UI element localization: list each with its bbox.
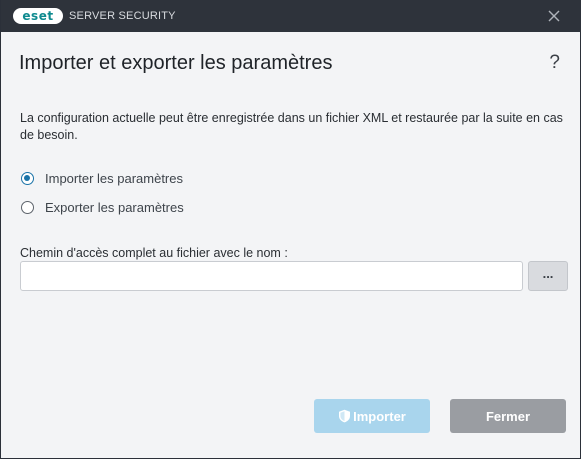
file-path-label: Chemin d'accès complet au fichier avec l… — [20, 246, 288, 260]
close-button-label: Fermer — [485, 408, 531, 424]
import-button-label: Importer — [353, 408, 406, 424]
import-radio-label: Importer les paramètres — [45, 171, 183, 186]
export-settings-option[interactable]: Exporter les paramètres — [21, 200, 184, 215]
browse-button[interactable]: ... — [528, 261, 568, 291]
import-radio-button[interactable] — [21, 172, 34, 185]
close-icon[interactable] — [546, 8, 562, 24]
eset-logo: eset — [13, 8, 63, 24]
product-name: SERVER SECURITY — [69, 10, 176, 22]
import-settings-option[interactable]: Importer les paramètres — [21, 171, 183, 186]
shield-icon — [339, 409, 351, 423]
close-button[interactable]: Fermer — [450, 399, 566, 433]
import-button[interactable]: Importer — [314, 399, 430, 433]
title-bar: eset SERVER SECURITY — [1, 0, 581, 32]
help-icon[interactable]: ? — [549, 52, 560, 74]
dialog-title: Importer et exporter les paramètres — [19, 52, 333, 74]
description-text: La configuration actuelle peut être enre… — [20, 111, 563, 142]
export-radio-label: Exporter les paramètres — [45, 200, 184, 215]
export-radio-button[interactable] — [21, 201, 34, 214]
dialog-window: eset SERVER SECURITY Importer et exporte… — [0, 0, 581, 459]
file-path-input[interactable] — [20, 261, 523, 291]
